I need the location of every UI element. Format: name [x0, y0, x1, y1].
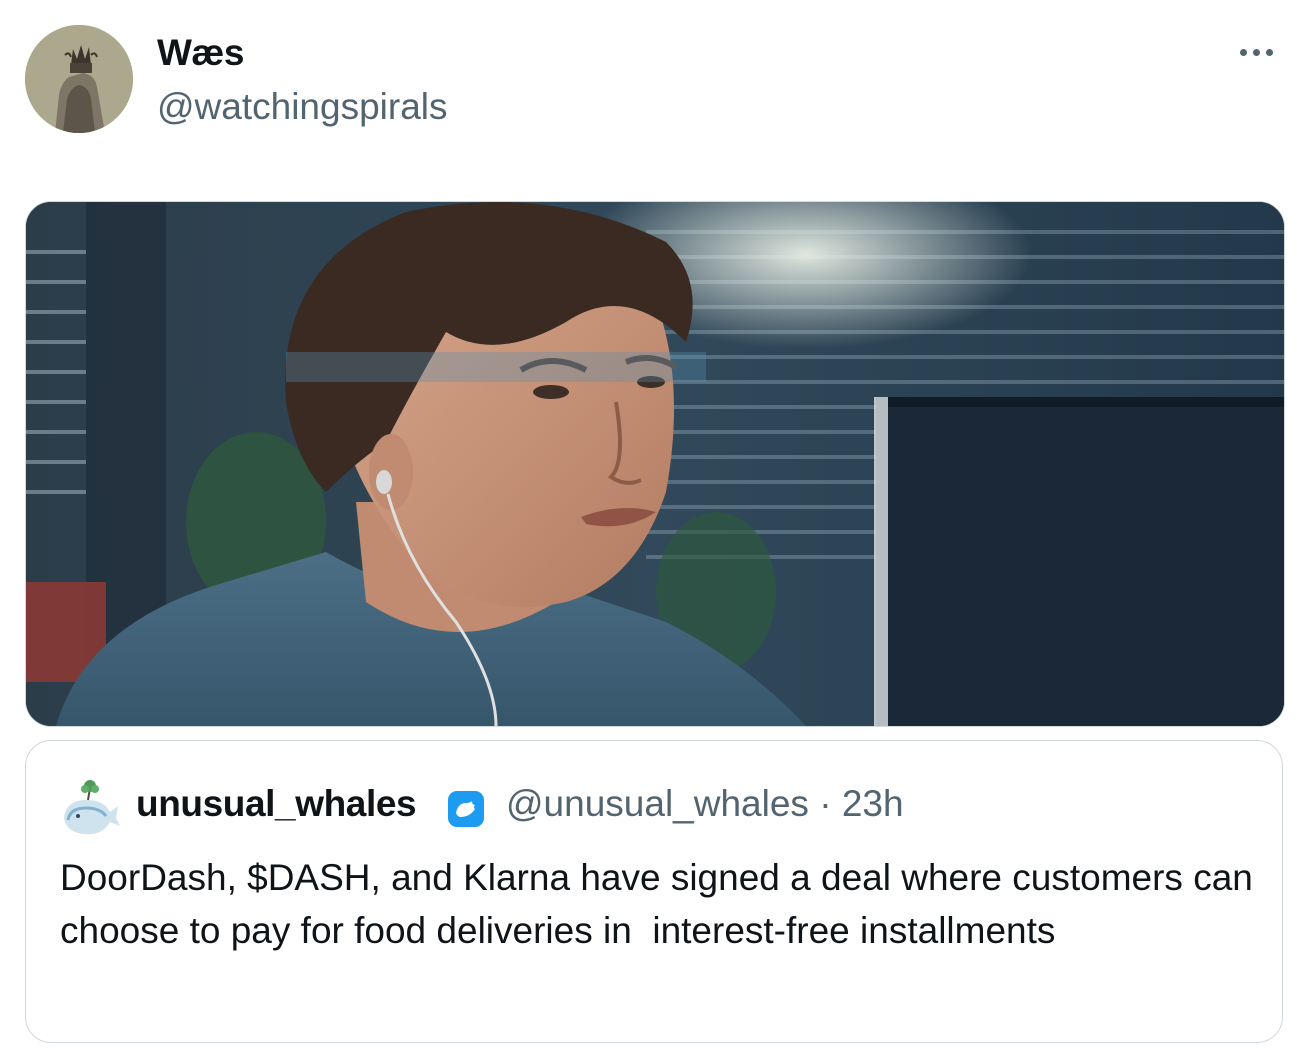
tweet: Wæs @watchingspirals unusual_whales @unu…	[0, 0, 1302, 1062]
quoted-author-handle[interactable]: @unusual_whales	[506, 783, 809, 824]
quoted-timestamp[interactable]: 23h	[842, 783, 904, 824]
tweet-media-image[interactable]	[25, 201, 1285, 727]
author-avatar[interactable]	[25, 25, 133, 133]
quoted-meta: @unusual_whales · 23h	[506, 783, 904, 825]
media-photo	[26, 202, 1284, 726]
more-dot	[1239, 48, 1247, 56]
more-dot	[1252, 48, 1260, 56]
more-dot	[1265, 48, 1273, 56]
quoted-tweet[interactable]: unusual_whales @unusual_whales · 23h Doo…	[25, 740, 1283, 1043]
meta-separator: ·	[819, 783, 832, 824]
author-name[interactable]: Wæs	[157, 32, 244, 74]
quoted-author-avatar[interactable]	[60, 778, 122, 840]
quoted-tweet-text: DoorDash, $DASH, and Klarna have signed …	[60, 857, 1264, 951]
more-options-button[interactable]	[1230, 30, 1282, 74]
author-handle[interactable]: @watchingspirals	[157, 86, 448, 128]
avatar-image	[25, 25, 133, 133]
verified-badge-icon	[448, 791, 484, 827]
quoted-author-name[interactable]: unusual_whales	[136, 783, 417, 825]
